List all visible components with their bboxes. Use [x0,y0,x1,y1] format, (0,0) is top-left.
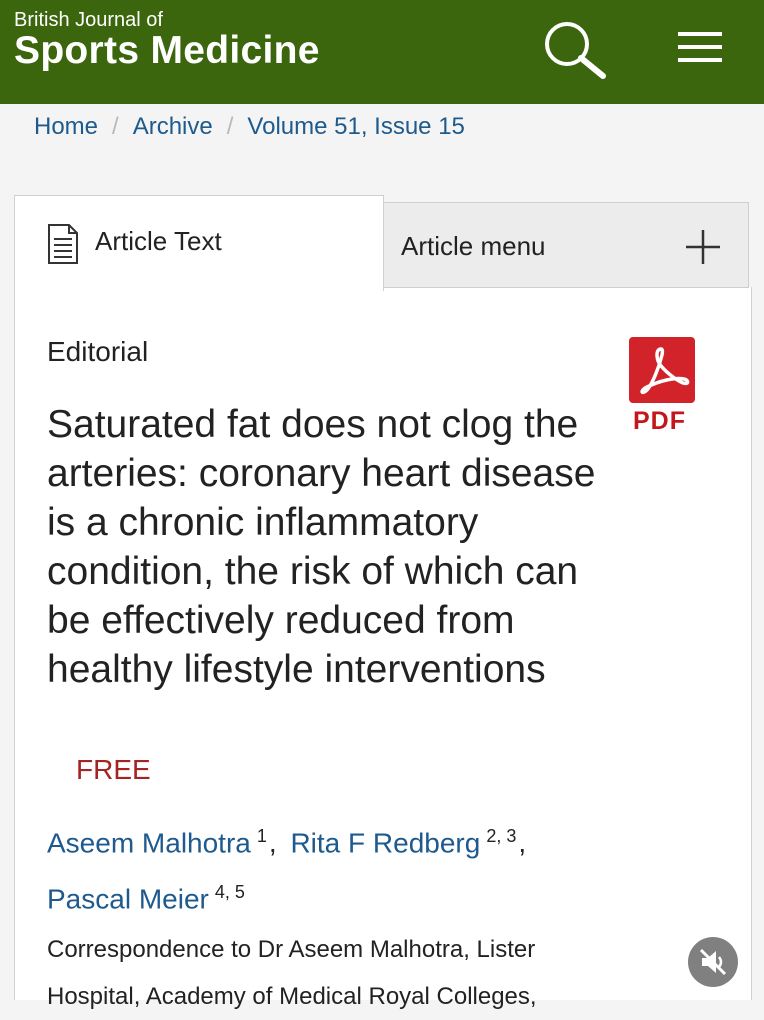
author-link[interactable]: Rita F Redberg [290,827,480,858]
journal-name[interactable]: Sports Medicine [14,27,320,75]
breadcrumb: Home / Archive / Volume 51, Issue 15 [34,110,465,144]
pdf-icon[interactable] [629,337,695,403]
breadcrumb-separator: / [112,113,119,140]
breadcrumb-archive[interactable]: Archive [133,113,213,140]
author-list: Aseem Malhotra 1, Rita F Redberg 2, 3, [47,818,532,861]
author-list-continued: Pascal Meier 4, 5 [47,874,245,917]
pdf-label[interactable]: PDF [633,407,686,436]
author-affiliation[interactable]: 1 [257,826,267,846]
tab-article-menu[interactable]: Article menu [382,202,749,288]
plus-icon[interactable] [683,227,723,267]
breadcrumb-separator: / [226,113,234,140]
muted-speaker-icon [699,948,727,976]
author-separator: , [518,827,527,859]
mute-button[interactable] [688,937,738,987]
pdf-download-link[interactable]: PDF [629,337,695,437]
tab-article-menu-label: Article menu [401,231,546,261]
site-header: British Journal of Sports Medicine [0,0,764,104]
correspondence-text: Correspondence to Dr Aseem Malhotra, Lis… [47,936,537,1010]
author-link[interactable]: Pascal Meier [47,883,209,914]
search-icon[interactable] [540,20,608,80]
free-access-badge: FREE [76,754,151,785]
tab-article-text[interactable]: Article Text [14,195,384,291]
document-icon [48,224,78,264]
breadcrumb-home[interactable]: Home [34,113,98,140]
author-affiliation[interactable]: 4, 5 [215,882,245,902]
article-section-label: Editorial [47,336,149,367]
hamburger-menu-icon[interactable] [676,30,724,64]
author-link[interactable]: Aseem Malhotra [47,827,251,858]
author-affiliation[interactable]: 2, 3 [486,826,516,846]
article-title: Saturated fat does not clog the arteries… [47,403,596,691]
breadcrumb-issue[interactable]: Volume 51, Issue 15 [247,113,464,140]
author-separator: , [268,827,277,859]
tab-article-text-label: Article Text [95,226,222,256]
